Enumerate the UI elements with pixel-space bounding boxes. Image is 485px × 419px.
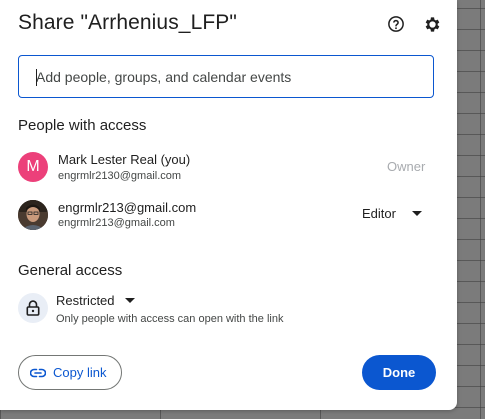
avatar: M [18,152,48,182]
text-caret [36,69,37,86]
person-photo-icon [18,200,48,230]
general-access-heading: General access [18,262,123,279]
done-button[interactable]: Done [362,355,436,390]
role-dropdown[interactable]: Editor [362,203,422,223]
caret-down-icon [124,297,135,303]
lock-icon [26,300,40,316]
role-label: Editor [362,205,396,221]
gear-icon [425,16,439,32]
general-access-setting: Restricted [56,292,115,308]
copy-link-button[interactable]: Copy link [18,355,122,390]
help-button[interactable] [385,13,407,35]
general-access-dropdown[interactable]: Restricted [56,291,135,309]
add-people-input[interactable] [19,56,433,97]
person-email: engrmlr213@gmail.com [58,217,175,229]
caret-down-icon [411,210,422,216]
person-name: engrmlr213@gmail.com [58,200,197,215]
done-label: Done [382,365,416,380]
dialog-title: Share "Arrhenius_LFP" [18,11,237,34]
add-people-field [18,55,434,98]
share-dialog: Share "Arrhenius_LFP" People with access… [0,0,457,410]
person-name: Mark Lester Real (you) [58,152,191,167]
general-access-description: Only people with access can open with th… [56,313,284,325]
owner-role-label: Owner [387,159,426,174]
copy-link-label: Copy link [53,365,107,380]
avatar-photo [18,200,48,230]
person-email: engrmlr2130@gmail.com [58,170,182,182]
people-with-access-heading: People with access [18,117,147,134]
link-icon [30,368,46,378]
avatar-letter: M [26,158,40,175]
help-circle-icon [388,16,404,32]
lock-badge [18,293,48,323]
settings-button[interactable] [421,13,443,35]
